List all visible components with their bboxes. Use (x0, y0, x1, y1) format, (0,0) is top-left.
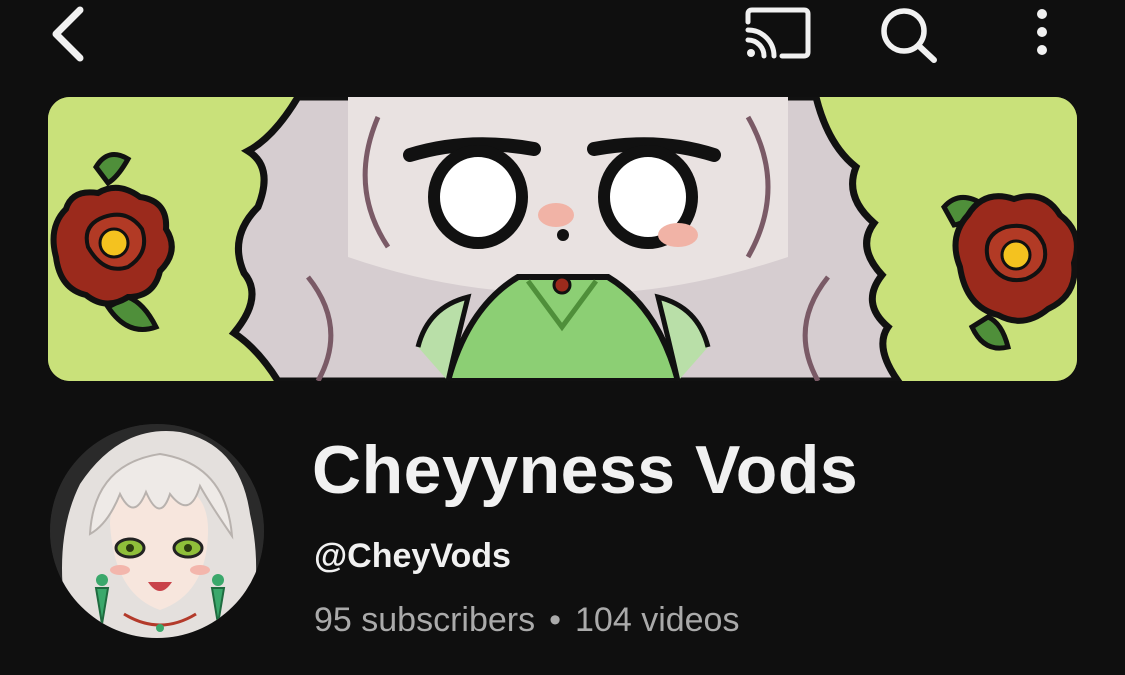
channel-stats: 95 subscribers • 104 videos (314, 598, 739, 642)
subscriber-count: 95 subscribers (314, 601, 536, 639)
channel-avatar[interactable] (50, 424, 264, 638)
more-vertical-icon[interactable] (1020, 4, 1064, 64)
banner-artwork (48, 97, 1077, 381)
stats-separator: • (549, 601, 562, 639)
chibi-character-illustration (228, 97, 903, 381)
back-arrow-icon[interactable] (44, 4, 96, 64)
video-count[interactable]: 104 videos (575, 601, 739, 639)
channel-handle: @CheyVods (314, 537, 511, 575)
channel-banner (48, 97, 1077, 381)
top-app-bar (0, 0, 1125, 75)
channel-name: Cheyyness Vods (312, 432, 859, 508)
cast-icon[interactable] (742, 4, 814, 64)
avatar-artwork (50, 424, 264, 638)
search-icon[interactable] (876, 4, 942, 66)
